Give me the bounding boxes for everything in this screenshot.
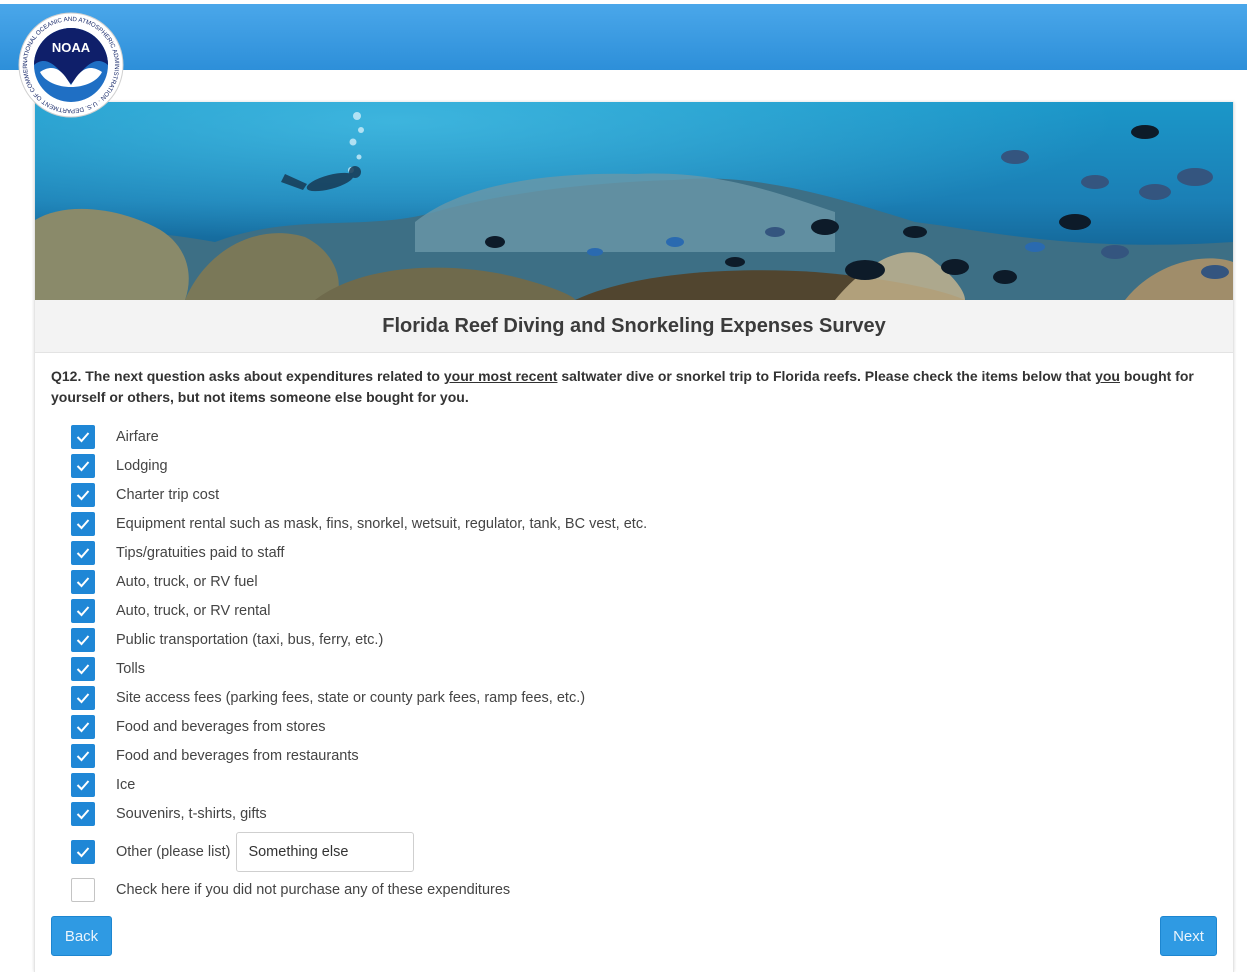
checkbox-checked[interactable] — [71, 657, 95, 681]
checkbox-unchecked[interactable] — [71, 878, 95, 902]
checkmark-icon — [76, 664, 90, 675]
option-label: Auto, truck, or RV rental — [116, 603, 271, 619]
option-label: Public transportation (taxi, bus, ferry,… — [116, 632, 384, 648]
checkmark-icon — [76, 577, 90, 588]
option-food-stores[interactable]: Food and beverages from stores — [71, 715, 326, 739]
option-auto-rental[interactable]: Auto, truck, or RV rental — [71, 599, 270, 623]
option-site-access-fees[interactable]: Site access fees (parking fees, state or… — [71, 686, 585, 710]
survey-title-band: Florida Reef Diving and Snorkeling Expen… — [35, 300, 1233, 353]
option-airfare[interactable]: Airfare — [71, 425, 159, 449]
checkbox-checked[interactable] — [71, 715, 95, 739]
checkbox-checked[interactable] — [71, 541, 95, 565]
option-label: Check here if you did not purchase any o… — [116, 882, 511, 898]
option-label: Souvenirs, t-shirts, gifts — [116, 806, 267, 822]
survey-card: Florida Reef Diving and Snorkeling Expen… — [34, 102, 1234, 972]
option-souvenirs[interactable]: Souvenirs, t-shirts, gifts — [71, 802, 267, 826]
checkbox-checked[interactable] — [71, 686, 95, 710]
option-label: Food and beverages from restaurants — [116, 748, 359, 764]
option-label: Auto, truck, or RV fuel — [116, 574, 258, 590]
question-emphasis: you — [1095, 368, 1120, 384]
option-none-purchased[interactable]: Check here if you did not purchase any o… — [71, 878, 510, 902]
checkbox-checked[interactable] — [71, 570, 95, 594]
option-tolls[interactable]: Tolls — [71, 657, 145, 681]
question-text: Q12. The next question asks about expend… — [51, 366, 1221, 408]
checkmark-icon — [76, 722, 90, 733]
checkmark-icon — [76, 751, 90, 762]
option-label: Other (please list) — [116, 844, 231, 860]
checkmark-icon — [76, 780, 90, 791]
other-text-input[interactable] — [236, 832, 415, 872]
option-label: Equipment rental such as mask, fins, sno… — [116, 516, 648, 532]
option-ice[interactable]: Ice — [71, 773, 135, 797]
checkbox-checked[interactable] — [71, 599, 95, 623]
checkmark-icon — [76, 809, 90, 820]
option-label: Food and beverages from stores — [116, 719, 326, 735]
checkmark-icon — [76, 432, 90, 443]
checkbox-checked[interactable] — [71, 454, 95, 478]
option-other[interactable]: Other (please list) — [71, 832, 415, 872]
option-equipment-rental[interactable]: Equipment rental such as mask, fins, sno… — [71, 512, 647, 536]
option-label: Tolls — [116, 661, 146, 677]
checkmark-icon — [76, 693, 90, 704]
top-header-bar — [0, 4, 1247, 70]
question-text-part: Q12. The next question asks about expend… — [51, 368, 444, 384]
checkbox-checked[interactable] — [71, 802, 95, 826]
option-lodging[interactable]: Lodging — [71, 454, 168, 478]
checkmark-icon — [76, 606, 90, 617]
checkmark-icon — [76, 548, 90, 559]
option-food-restaurants[interactable]: Food and beverages from restaurants — [71, 744, 359, 768]
checkmark-icon — [76, 519, 90, 530]
option-public-transportation[interactable]: Public transportation (taxi, bus, ferry,… — [71, 628, 383, 652]
noaa-logo: NATIONAL OCEANIC AND ATMOSPHERIC ADMINIS… — [18, 12, 124, 118]
back-button[interactable]: Back — [51, 916, 112, 956]
checkbox-checked[interactable] — [71, 628, 95, 652]
survey-title: Florida Reef Diving and Snorkeling Expen… — [382, 314, 886, 337]
option-tips-gratuities[interactable]: Tips/gratuities paid to staff — [71, 541, 284, 565]
option-charter-trip-cost[interactable]: Charter trip cost — [71, 483, 219, 507]
checkmark-icon — [76, 847, 90, 858]
checkbox-checked[interactable] — [71, 773, 95, 797]
option-label: Tips/gratuities paid to staff — [116, 545, 285, 561]
checkbox-checked[interactable] — [71, 483, 95, 507]
option-label: Site access fees (parking fees, state or… — [116, 690, 586, 706]
next-button[interactable]: Next — [1160, 916, 1217, 956]
checkmark-icon — [76, 490, 90, 501]
option-label: Lodging — [116, 458, 168, 474]
svg-text:NOAA: NOAA — [52, 40, 91, 55]
option-label: Airfare — [116, 429, 159, 445]
checkbox-checked[interactable] — [71, 425, 95, 449]
checkbox-checked[interactable] — [71, 512, 95, 536]
question-text-part: saltwater dive or snorkel trip to Florid… — [557, 368, 1096, 384]
question-emphasis: your most recent — [443, 368, 558, 384]
checkmark-icon — [76, 461, 90, 472]
checkmark-icon — [76, 635, 90, 646]
reef-banner-image — [35, 102, 1233, 300]
checkbox-checked[interactable] — [71, 840, 95, 864]
option-label: Charter trip cost — [116, 487, 220, 503]
checkbox-checked[interactable] — [71, 744, 95, 768]
option-auto-fuel[interactable]: Auto, truck, or RV fuel — [71, 570, 258, 594]
option-label: Ice — [116, 777, 136, 793]
